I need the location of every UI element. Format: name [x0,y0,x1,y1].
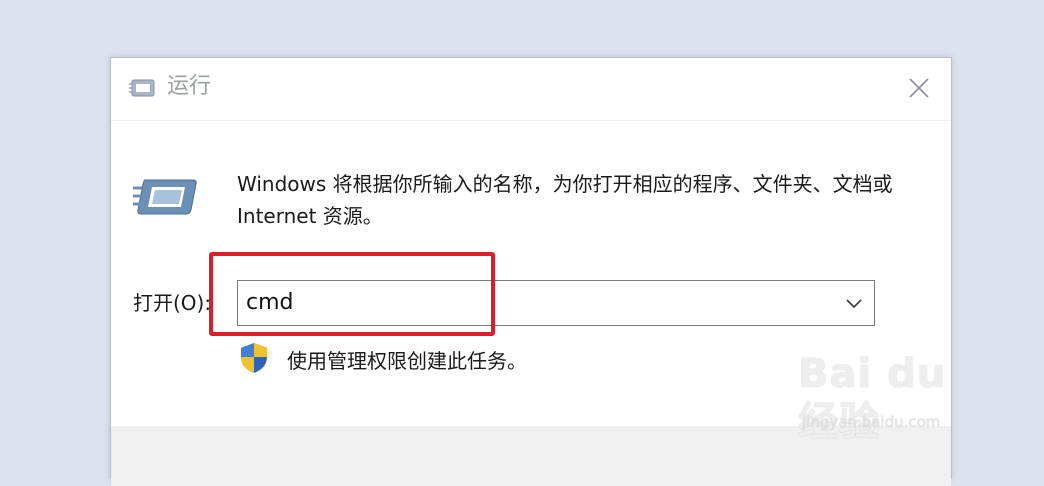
window-title: 运行 [167,74,212,99]
red-highlight-annotation [209,252,495,336]
run-program-icon [133,176,199,216]
watermark-url: jingyan.baidu.com [802,413,941,431]
chevron-down-icon [846,299,862,309]
admin-privileges-note: 使用管理权限创建此任务。 [287,349,527,373]
run-app-icon [129,78,157,98]
close-button[interactable] [899,70,939,106]
uac-shield-icon [239,342,269,374]
title-separator [111,120,951,121]
baidu-jingyan-watermark: Bai du 经验 jingyan.baidu.com [798,350,998,445]
open-label: 打开(O): [133,291,212,315]
dropdown-button[interactable] [842,293,866,313]
close-icon [909,78,929,98]
run-description: Windows 将根据你所输入的名称，为你打开相应的程序、文件夹、文档或 Int… [237,172,893,228]
title-bar: 运行 [111,58,951,118]
